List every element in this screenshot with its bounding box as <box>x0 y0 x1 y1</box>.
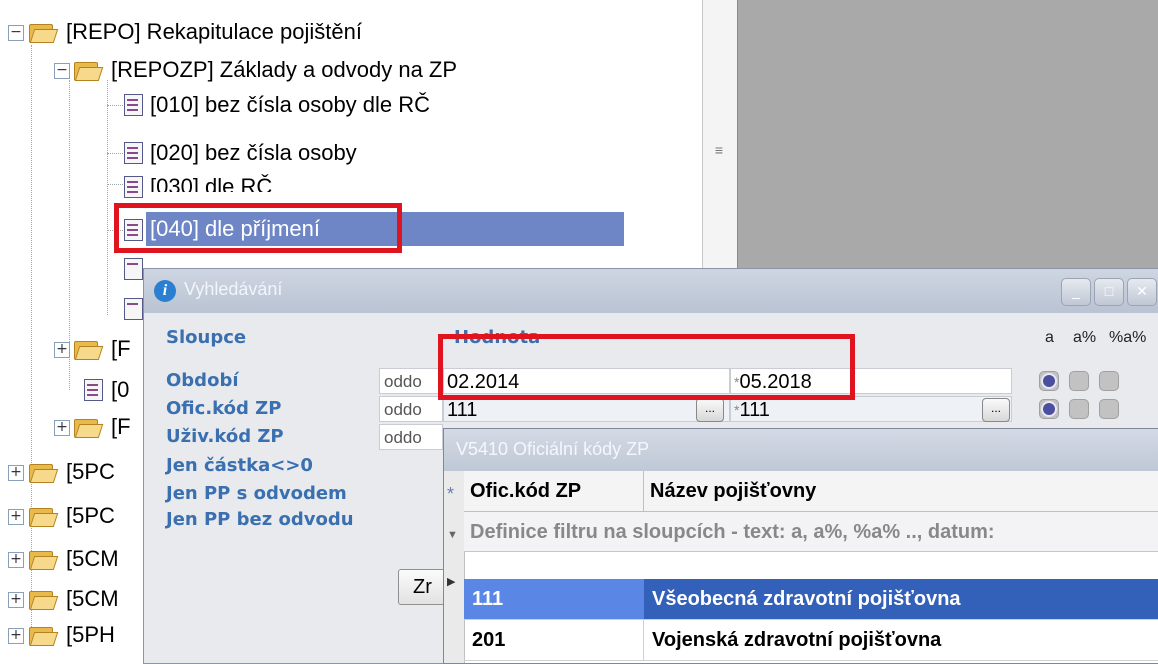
tree-item-report[interactable]: [020] bez čísla osoby <box>146 136 363 170</box>
cell-code[interactable]: 111 <box>464 579 644 619</box>
period-label: Období <box>166 370 239 391</box>
folder-icon <box>29 589 59 610</box>
info-icon: i <box>154 280 176 302</box>
tree-item[interactable]: [F <box>107 410 137 444</box>
grid-header: Ofic.kód ZP Název pojišťovny <box>464 471 1158 512</box>
lookup-dialog-title: V5410 Oficiální kódy ZP <box>456 439 650 459</box>
expand-toggle[interactable]: + <box>8 465 24 481</box>
new-row-marker: * <box>447 484 455 504</box>
official-code-from-lookup-button[interactable]: ... <box>696 398 724 422</box>
tree-item-report[interactable]: [030] dle RČ <box>146 170 278 192</box>
folder-icon <box>29 462 59 483</box>
report-icon <box>124 258 144 280</box>
report-icon <box>124 94 144 116</box>
tree-item[interactable]: [5PC <box>62 455 121 489</box>
scroll-grip-icon[interactable]: ≡ <box>711 142 727 158</box>
tree-connector <box>107 230 123 231</box>
folder-icon <box>29 625 59 646</box>
flag-nonzero-amount[interactable]: Jen částka<>0 <box>166 455 313 476</box>
user-code-mode[interactable]: oddo <box>379 424 443 450</box>
folder-open-icon <box>29 22 59 43</box>
collapse-toggle[interactable]: − <box>8 25 24 41</box>
match-a-pct-radio[interactable] <box>1069 371 1089 391</box>
lookup-dialog: V5410 Oficiální kódy ZP * ▼ ▶ Ofic.kód Z… <box>443 428 1158 664</box>
flag-pp-with-levy[interactable]: Jen PP s odvodem <box>166 483 347 504</box>
tree-item[interactable]: [5CM <box>62 582 125 616</box>
tree-connector <box>107 80 108 315</box>
match-pct-a-pct-radio[interactable] <box>1099 399 1119 419</box>
tree-item[interactable]: [5PC <box>62 499 121 533</box>
tree-item-repozp[interactable]: [REPOZP] Základy a odvody na ZP <box>107 53 463 87</box>
tree-connector <box>107 153 123 154</box>
report-icon <box>84 379 104 401</box>
cell-name[interactable]: Všeobecná zdravotní pojišťovna <box>644 579 1158 619</box>
period-from-input[interactable]: 02.2014 <box>443 368 730 394</box>
tree-item[interactable]: [0 <box>107 373 135 407</box>
tree-item[interactable]: [5PH <box>62 618 121 652</box>
maximize-button[interactable]: □ <box>1094 278 1124 306</box>
cell-name[interactable]: Vojenská zdravotní pojišťovna <box>644 620 1158 660</box>
tree-item[interactable]: [F <box>107 332 137 366</box>
match-a-radio[interactable] <box>1039 399 1059 419</box>
value-header: Hodnota <box>454 327 541 348</box>
search-dialog-title: Vyhledávání <box>184 279 283 299</box>
folder-icon <box>74 339 104 360</box>
tree-item[interactable]: [5CM <box>62 542 125 576</box>
column-header-code[interactable]: Ofic.kód ZP <box>464 471 644 511</box>
match-a-pct-radio[interactable] <box>1069 399 1089 419</box>
report-icon <box>124 142 144 164</box>
column-header-name[interactable]: Název pojišťovny <box>644 471 1158 511</box>
filter-icon: ▼ <box>447 529 458 541</box>
minimize-button[interactable]: _ <box>1061 278 1091 306</box>
official-code-label: Ofic.kód ZP <box>166 398 282 419</box>
folder-icon <box>29 549 59 570</box>
tree-item-report[interactable]: [010] bez čísla osoby dle RČ <box>146 88 436 122</box>
match-a-pct-header: a% <box>1073 329 1097 346</box>
tree-item-repo[interactable]: [REPO] Rekapitulace pojištění <box>62 15 368 49</box>
expand-toggle[interactable]: + <box>8 509 24 525</box>
table-row[interactable]: 201 Vojenská zdravotní pojišťovna <box>464 620 1158 661</box>
expand-toggle[interactable]: + <box>8 552 24 568</box>
tree-connector <box>107 105 123 106</box>
collapse-toggle[interactable]: − <box>54 63 70 79</box>
official-code-from-input[interactable]: 111 <box>443 396 730 422</box>
report-icon <box>124 176 144 198</box>
match-pct-a-pct-header: %a% <box>1109 329 1147 346</box>
official-code-mode[interactable]: oddo <box>379 396 443 422</box>
folder-icon <box>29 506 59 527</box>
folder-icon <box>74 417 104 438</box>
expand-toggle[interactable]: + <box>54 342 70 358</box>
folder-open-icon <box>74 60 104 81</box>
expand-toggle[interactable]: + <box>8 592 24 608</box>
expand-toggle[interactable]: + <box>8 628 24 644</box>
search-dialog-titlebar[interactable]: i Vyhledávání _ □ ✕ <box>144 269 1158 313</box>
row-indicator-column: * ▼ ▶ <box>444 471 465 663</box>
report-icon <box>124 298 144 320</box>
user-code-label: Uživ.kód ZP <box>166 426 284 447</box>
grid-filter-row[interactable]: Definice filtru na sloupcích - text: a, … <box>464 512 1158 552</box>
table-row-selected[interactable]: 111 Všeobecná zdravotní pojišťovna <box>464 579 1158 620</box>
match-a-header: a <box>1045 329 1054 346</box>
period-mode[interactable]: oddo <box>379 368 443 394</box>
lookup-dialog-titlebar[interactable]: V5410 Oficiální kódy ZP <box>444 429 1158 471</box>
expand-toggle[interactable]: + <box>54 420 70 436</box>
period-to-input[interactable]: *05.2018 <box>730 368 1012 394</box>
match-a-radio[interactable] <box>1039 371 1059 391</box>
official-code-to-input[interactable]: *111 <box>730 396 1012 422</box>
match-pct-a-pct-radio[interactable] <box>1099 371 1119 391</box>
official-code-to-lookup-button[interactable]: ... <box>982 398 1010 422</box>
cell-code[interactable]: 201 <box>464 620 644 660</box>
report-icon <box>124 219 144 241</box>
close-button[interactable]: ✕ <box>1127 278 1157 306</box>
flag-pp-without-levy[interactable]: Jen PP bez odvodu <box>166 509 354 530</box>
tree-item-report-selected[interactable]: [040] dle příjmení <box>146 212 624 246</box>
columns-header: Sloupce <box>166 327 247 348</box>
tree-connector <box>107 184 123 185</box>
current-row-arrow-icon: ▶ <box>447 576 456 588</box>
